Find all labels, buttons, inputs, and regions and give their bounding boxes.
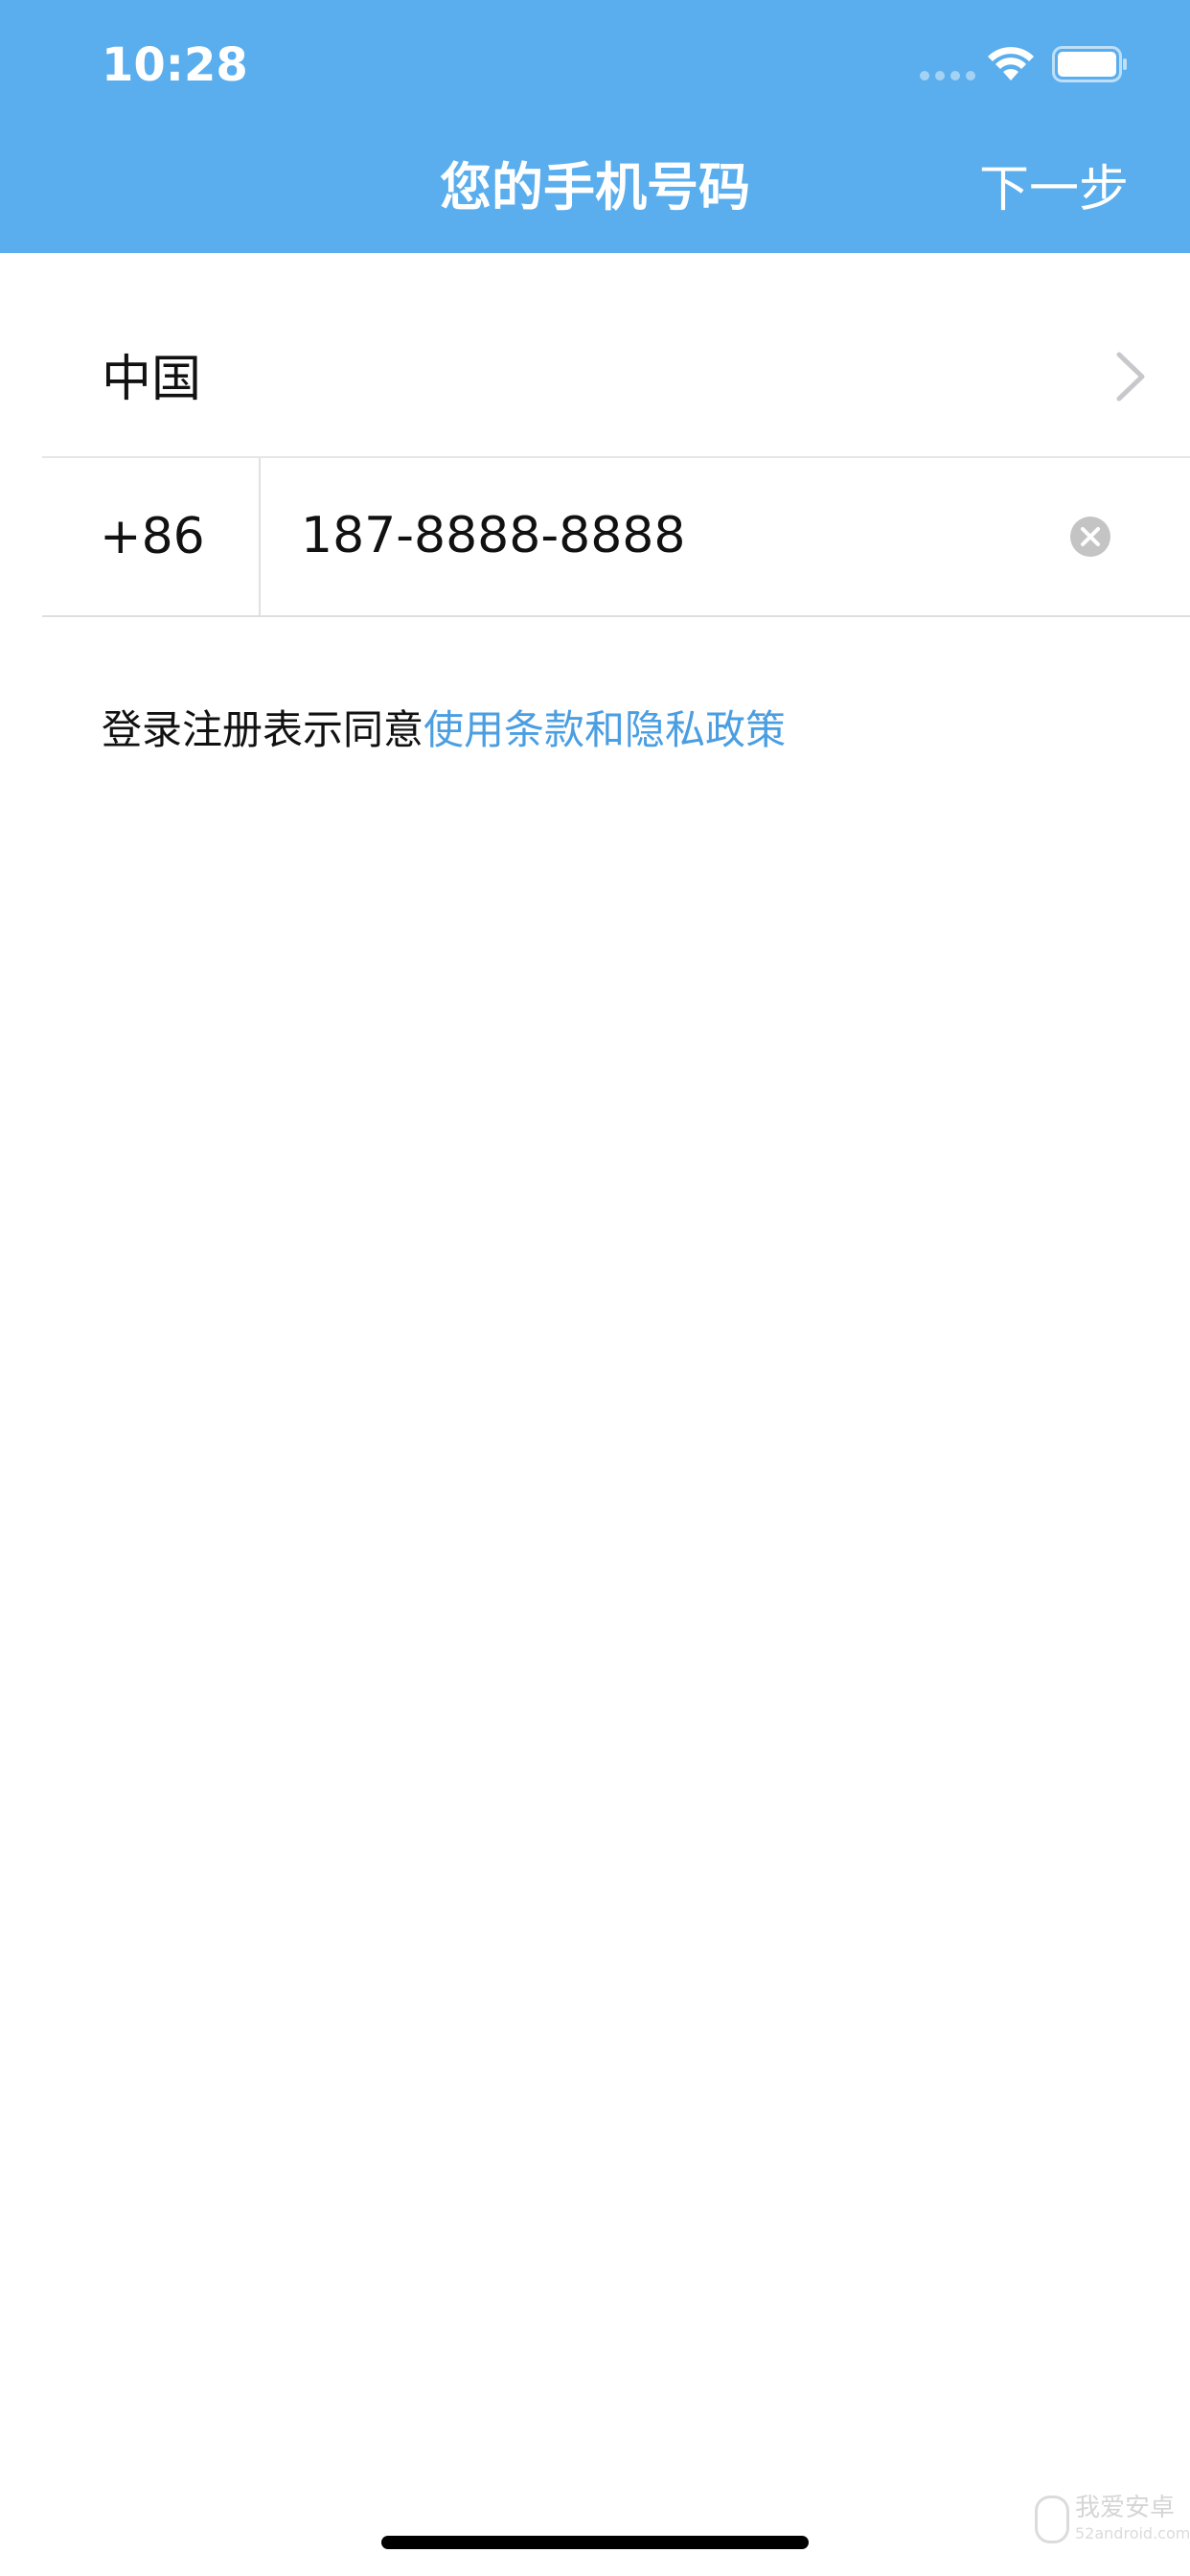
clear-icon[interactable] — [1069, 516, 1111, 558]
watermark-subtitle: 52android.com — [1075, 2524, 1190, 2542]
terms-prefix: 登录注册表示同意 — [102, 706, 424, 753]
divider — [42, 615, 1190, 617]
country-code[interactable]: +86 — [100, 500, 205, 573]
country-selector[interactable]: 中国 — [42, 301, 1190, 458]
battery-icon — [1052, 46, 1127, 82]
home-indicator[interactable] — [381, 2536, 809, 2549]
watermark-logo: 我爱安卓 52android.com — [1035, 2486, 1190, 2559]
next-step-button[interactable]: 下一步 — [979, 153, 1129, 226]
chevron-right-icon — [1116, 352, 1145, 402]
watermark-title: 我爱安卓 — [1075, 2494, 1176, 2522]
country-name: 中国 — [102, 351, 202, 408]
status-time: 10:28 — [102, 38, 248, 92]
android-logo-icon — [1035, 2496, 1069, 2543]
phone-number-input[interactable] — [301, 493, 1048, 579]
phone-input-row: +86 — [42, 458, 1190, 615]
navigation-header: 10:28 您的手机号码 下一步 — [0, 0, 1190, 253]
vertical-divider — [259, 458, 261, 615]
terms-privacy-link[interactable]: 使用条款和隐私政策 — [423, 706, 786, 753]
terms-notice: 登录注册表示同意使用条款和隐私政策 — [102, 700, 786, 761]
phone-number-screen: 10:28 您的手机号码 下一步 中国 +86 187-8888-8888 登录… — [0, 0, 1190, 2576]
wifi-icon — [988, 47, 1034, 80]
cellular-signal-icon — [920, 71, 975, 80]
